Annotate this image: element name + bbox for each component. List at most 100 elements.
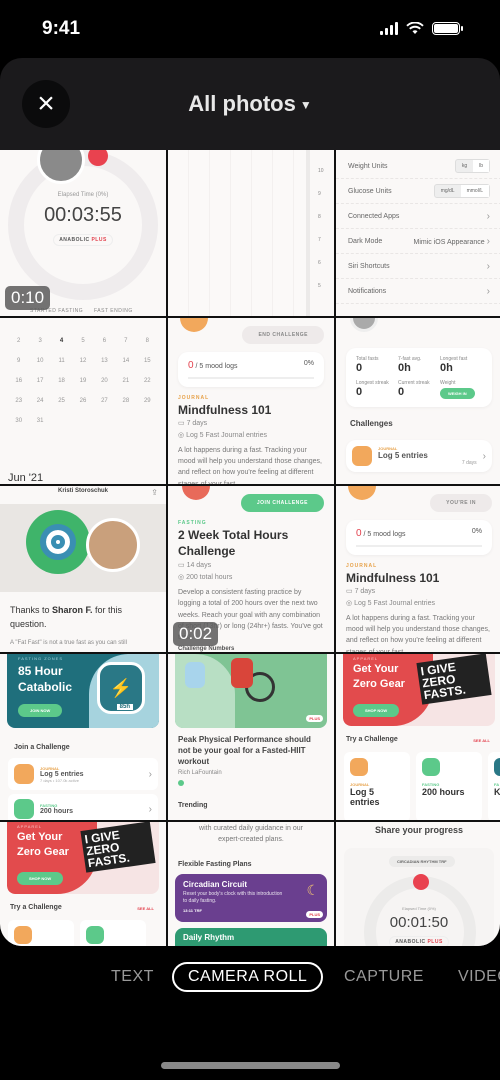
photo-thumbnail[interactable]: Total fasts 0 7-fast avg. 0h Longest fast 0h L… xyxy=(336,318,500,484)
article-body: A "Fat Fast" is not a true fast as you c… xyxy=(10,640,127,646)
elapsed-label: Elapsed Time (0%) xyxy=(402,906,436,911)
calendar-month: Jun '21 xyxy=(8,472,44,484)
duration-meta: ▭ 7 days xyxy=(178,420,208,427)
plus-badge: PLUS xyxy=(91,237,107,243)
zone-badge: 85h xyxy=(116,704,133,710)
photo-thumbnail[interactable]: Weight Units kg lb Glucose Units mg/dL mmol/… xyxy=(336,150,500,316)
video-duration: 0:02 xyxy=(173,622,219,646)
challenge-days: 7 days xyxy=(461,460,477,466)
fasting-badge-icon xyxy=(422,758,440,776)
journal-badge-icon xyxy=(14,926,32,944)
home-indicator[interactable] xyxy=(161,1062,340,1069)
option-selected: lb xyxy=(473,160,489,172)
mode-tab-camera-roll[interactable]: CAMERA ROLL xyxy=(172,962,324,992)
calendar-day: 3 xyxy=(38,338,42,344)
plan-card: Circadian Circuit Reset your body's cloc… xyxy=(175,874,327,922)
setting-label: Connected Apps xyxy=(348,212,400,220)
goal-meta: ◎ Log 5 Fast Journal entries xyxy=(178,432,267,439)
photo-thumbnail[interactable]: Kristi Storoschuk ⇪ Thanks to Sharon F. … xyxy=(0,486,166,652)
plan-title: Circadian Circuit xyxy=(183,880,248,889)
zone-label: ANABOLIC xyxy=(395,939,426,945)
axis-tick-label: 5 xyxy=(318,283,321,289)
calendar-day: 16 xyxy=(15,378,23,384)
chevron-right-icon: › xyxy=(486,260,490,272)
shop-now-button: SHOP NOW xyxy=(17,872,64,885)
goal-meta: ◎ 200 total hours xyxy=(178,574,233,582)
status-bar: 9:41 xyxy=(0,0,500,58)
calendar-day: 28 xyxy=(122,398,130,404)
challenge-name: 200 hours xyxy=(40,808,74,815)
calendar-day: 11 xyxy=(58,358,65,364)
article-author: Rich LaFountain xyxy=(178,770,222,776)
stat-item: Total fasts 0 xyxy=(356,356,398,374)
topic-icon xyxy=(178,780,184,786)
challenge-meta: 7 days • 107.0k active xyxy=(40,777,79,783)
challenge-row: JOURNAL Log 5 entries 7 days › xyxy=(346,440,492,472)
progress-box: 0 / 5 mood logs 0% xyxy=(346,520,492,555)
mode-tabs: TEXT CAMERA ROLL CAPTURE VIDEO xyxy=(0,962,500,992)
photo-thumbnail[interactable]: YOU'RE IN 0 / 5 mood logs 0% JOURNAL Mind… xyxy=(336,486,500,652)
chevron-right-icon: › xyxy=(486,235,490,247)
photo-thumbnail[interactable]: APPAREL Get Your Zero Gear SHOP NOW I GI… xyxy=(336,654,500,820)
photo-thumbnail[interactable]: PLUS Peak Physical Performance should no… xyxy=(168,654,334,820)
album-selector[interactable]: All photos ▼ xyxy=(0,91,500,117)
photo-thumbnail[interactable]: APPAREL Get Your Zero Gear SHOP NOW I GI… xyxy=(0,822,166,946)
section-title: Flexible Fasting Plans xyxy=(178,861,252,868)
bottom-bar: TEXT CAMERA ROLL CAPTURE VIDEO xyxy=(0,946,500,1080)
calendar-day: 4 xyxy=(59,338,64,344)
zone-pill: ANABOLIC PLUS xyxy=(389,936,449,946)
target-icon xyxy=(26,510,90,574)
photo-thumbnail[interactable]: JOIN CHALLENGE FASTING 2 Week Total Hour… xyxy=(168,486,334,652)
challenge-name: 200 hours xyxy=(422,787,465,797)
calendar-day: 2 xyxy=(17,338,21,344)
cyclist xyxy=(231,658,253,688)
days: 14 days xyxy=(186,562,212,570)
chart-grid xyxy=(168,150,306,316)
axis-tick-label: 7 xyxy=(318,237,321,243)
challenge-card: FA Ke xyxy=(488,752,500,820)
goal-meta: ◎ Log 5 Fast Journal entries xyxy=(346,600,435,607)
photo-thumbnail[interactable]: Share your progress CIRCADIAN RHYTHM TRF… xyxy=(336,822,500,946)
challenge-title: Mindfulness 101 xyxy=(346,571,440,585)
calendar-day: 13 xyxy=(101,358,108,364)
photo-thumbnail[interactable]: 10 9 8 7 6 5 xyxy=(168,150,334,316)
challenge-name: Log 5 entries xyxy=(350,787,380,807)
stat-item: Longest fast 0h xyxy=(440,356,482,374)
calendar-day: 9 xyxy=(17,358,21,364)
fasting-badge-icon xyxy=(182,486,210,500)
progress-bar xyxy=(356,545,482,547)
calendar-day: 10 xyxy=(36,358,44,364)
photo-thumbnail[interactable]: ⚡ 85h FASTING ZONES 85 Hour Catabolic JO… xyxy=(0,654,166,820)
settings-row: Notifications › xyxy=(336,279,500,304)
photo-thumbnail[interactable]: 2 3 4 5 6 7 8 9 10 11 12 13 14 15 16 17 18 19 20 21 22 23 24 25… xyxy=(0,318,166,484)
setting-label: Glucose Units xyxy=(348,187,392,195)
journal-badge-icon xyxy=(350,758,368,776)
goal: 200 total hours xyxy=(186,574,233,582)
calendar-day: 8 xyxy=(145,338,149,344)
photo-thumbnail[interactable]: Elapsed Time (0%) 00:03:55 ANABOLIC PLUS… xyxy=(0,150,166,316)
calendar-day: 21 xyxy=(122,378,130,384)
category-tag: FASTING ZONES xyxy=(18,656,64,661)
stat-item: Current streak 0 xyxy=(398,380,440,399)
avatar xyxy=(350,318,378,332)
duration-meta: ▭ 14 days xyxy=(178,562,212,570)
challenge-title: Mindfulness 101 xyxy=(178,403,272,417)
share-title: Share your progress xyxy=(374,825,464,835)
calendar-day: 27 xyxy=(101,398,108,404)
axis-tick-label: 10 xyxy=(318,168,324,174)
photo-thumbnail[interactable]: with curated daily guidance in our exper… xyxy=(168,822,334,946)
duration-meta: ▭ 7 days xyxy=(346,588,376,595)
calendar-day: 26 xyxy=(79,398,87,404)
photo-thumbnail[interactable]: END CHALLENGE 0 / 5 mood logs 0% JOURNAL … xyxy=(168,318,334,484)
setting-label: Weight Units xyxy=(348,162,388,170)
mode-tab-text[interactable]: TEXT xyxy=(111,962,154,992)
setting-value: Mimic iOS Appearance xyxy=(413,238,485,246)
mode-tab-capture[interactable]: CAPTURE xyxy=(344,962,424,992)
challenge-name: Ke xyxy=(494,787,500,797)
journal-badge-icon xyxy=(352,446,372,466)
see-all-link: SEE ALL xyxy=(473,738,490,743)
challenge-row: JOURNAL Log 5 entries 7 days • 107.0k acti… xyxy=(8,758,158,790)
calendar-day: 30 xyxy=(15,418,23,424)
gear-banner: APPAREL Get Your Zero Gear SHOP NOW I GI… xyxy=(7,822,159,894)
mode-tab-video[interactable]: VIDEO xyxy=(458,962,500,992)
